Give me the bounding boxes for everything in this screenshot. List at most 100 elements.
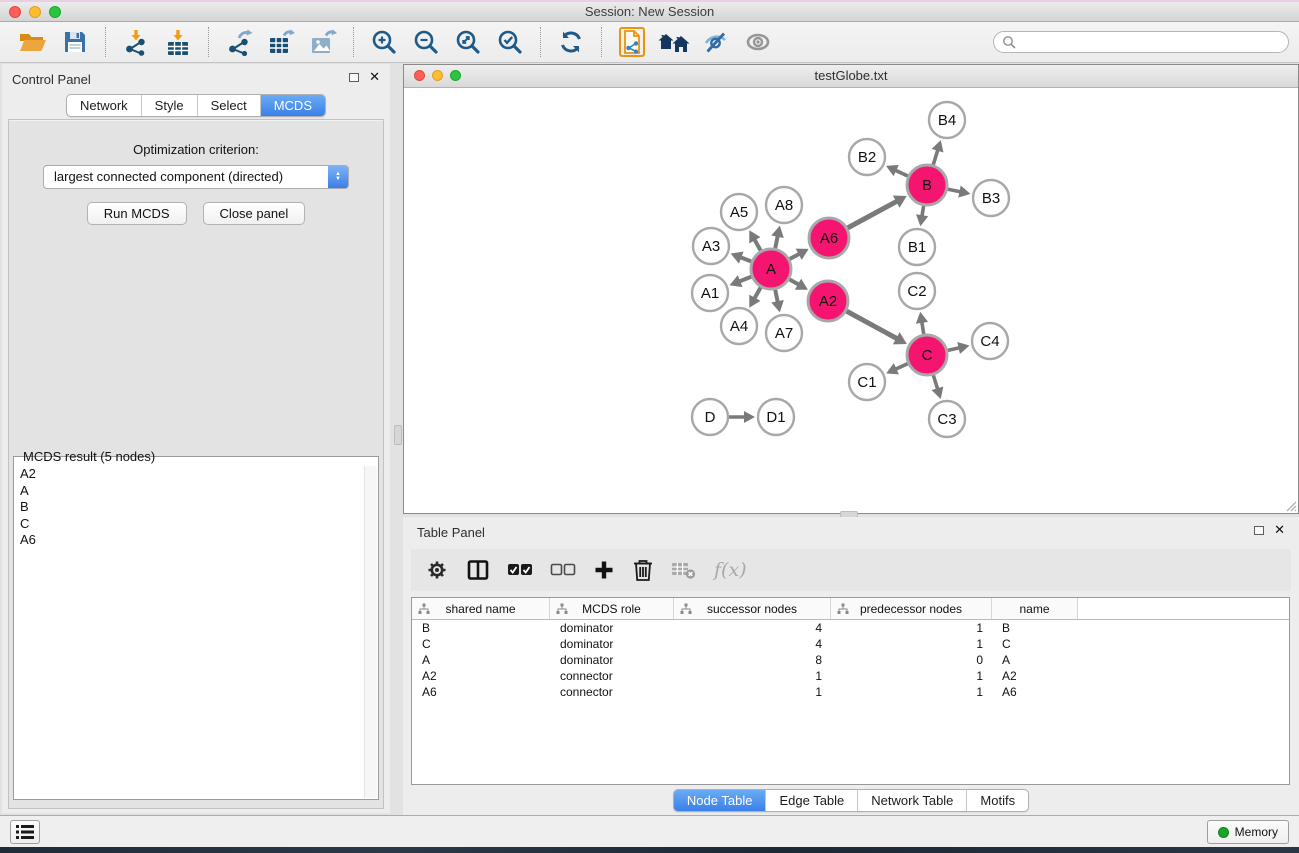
export-network-button[interactable]	[219, 25, 259, 59]
zoom-out-button[interactable]	[406, 25, 446, 59]
export-table-button[interactable]	[261, 25, 301, 59]
node-A5[interactable]: A5	[721, 194, 757, 230]
node-A3[interactable]: A3	[693, 228, 729, 264]
node-C4[interactable]: C4	[972, 323, 1008, 359]
node-C2[interactable]: C2	[899, 273, 935, 309]
table-cell[interactable]: 1	[674, 685, 831, 699]
deselect-all-button[interactable]	[550, 555, 576, 585]
node-A2[interactable]: A2	[808, 281, 848, 321]
result-scrollbar[interactable]	[364, 466, 377, 798]
task-history-button[interactable]	[10, 820, 40, 844]
column-header-shared-name[interactable]: shared name	[412, 598, 550, 619]
table-cell[interactable]: A2	[992, 669, 1078, 683]
minimize-window-button[interactable]	[29, 6, 41, 18]
node-D[interactable]: D	[692, 399, 728, 435]
zoom-fit-button[interactable]	[448, 25, 488, 59]
close-panel-icon[interactable]: ✕	[369, 72, 380, 82]
node-A4[interactable]: A4	[721, 308, 757, 344]
zoom-window-button[interactable]	[49, 6, 61, 18]
table-cell[interactable]: C	[992, 637, 1078, 651]
node-A6[interactable]: A6	[809, 218, 849, 258]
column-header-MCDS-role[interactable]: MCDS role	[550, 598, 674, 619]
table-tab-edge-table[interactable]: Edge Table	[766, 790, 858, 811]
memory-button[interactable]: Memory	[1207, 820, 1289, 844]
search-input[interactable]	[1021, 35, 1280, 49]
show-graphics-details-button[interactable]	[738, 25, 778, 59]
result-item[interactable]: A6	[15, 532, 363, 549]
add-column-button[interactable]	[593, 555, 615, 585]
run-mcds-button[interactable]: Run MCDS	[87, 202, 187, 225]
result-item[interactable]: A	[15, 483, 363, 500]
table-tab-node-table[interactable]: Node Table	[674, 790, 767, 811]
node-table[interactable]: shared nameMCDS rolesuccessor nodesprede…	[411, 597, 1290, 785]
delete-column-button[interactable]	[632, 555, 654, 585]
table-cell[interactable]: 1	[831, 621, 992, 635]
table-cell[interactable]: A2	[412, 669, 550, 683]
table-row[interactable]: A2connector11A2	[412, 668, 1289, 684]
table-tab-motifs[interactable]: Motifs	[967, 790, 1028, 811]
node-A7[interactable]: A7	[766, 315, 802, 351]
table-cell[interactable]: 1	[831, 637, 992, 651]
node-C[interactable]: C	[907, 335, 947, 375]
vertical-splitter-handle[interactable]	[394, 425, 402, 445]
node-B2[interactable]: B2	[849, 139, 885, 175]
table-cell[interactable]: 1	[831, 669, 992, 683]
search-field[interactable]	[993, 31, 1289, 53]
table-cell[interactable]: 1	[674, 669, 831, 683]
home-button[interactable]	[654, 25, 694, 59]
result-item[interactable]: B	[15, 499, 363, 516]
table-cell[interactable]: 4	[674, 637, 831, 651]
float-panel-icon[interactable]	[349, 73, 359, 82]
table-row[interactable]: Cdominator41C	[412, 636, 1289, 652]
table-cell[interactable]: A6	[412, 685, 550, 699]
table-cell[interactable]: dominator	[550, 653, 674, 667]
column-header-name[interactable]: name	[992, 598, 1078, 619]
table-cell[interactable]: connector	[550, 685, 674, 699]
save-session-button[interactable]	[55, 25, 95, 59]
resize-grip-icon[interactable]	[1283, 498, 1297, 512]
network-minimize-button[interactable]	[432, 70, 443, 81]
table-cell[interactable]: connector	[550, 669, 674, 683]
tab-mcds[interactable]: MCDS	[261, 95, 325, 116]
close-table-panel-icon[interactable]: ✕	[1274, 525, 1285, 535]
node-B[interactable]: B	[907, 165, 947, 205]
table-cell[interactable]: dominator	[550, 621, 674, 635]
zoom-in-button[interactable]	[364, 25, 404, 59]
network-close-button[interactable]	[414, 70, 425, 81]
node-D1[interactable]: D1	[758, 399, 794, 435]
function-builder-button[interactable]: f(x)	[714, 555, 747, 585]
node-A1[interactable]: A1	[692, 275, 728, 311]
open-session-button[interactable]	[13, 25, 53, 59]
node-B3[interactable]: B3	[973, 180, 1009, 216]
hide-graphics-details-button[interactable]	[696, 25, 736, 59]
table-cell[interactable]: 4	[674, 621, 831, 635]
select-all-button[interactable]	[507, 555, 533, 585]
close-window-button[interactable]	[9, 6, 21, 18]
node-A[interactable]: A	[751, 249, 791, 289]
tab-style[interactable]: Style	[142, 95, 198, 116]
column-header-successor-nodes[interactable]: successor nodes	[674, 598, 831, 619]
node-B1[interactable]: B1	[899, 229, 935, 265]
table-cell[interactable]: A	[992, 653, 1078, 667]
delete-table-button[interactable]	[671, 555, 697, 585]
table-row[interactable]: A6connector11A6	[412, 684, 1289, 700]
float-table-panel-icon[interactable]	[1254, 526, 1264, 535]
node-C1[interactable]: C1	[849, 364, 885, 400]
show-column-button[interactable]	[466, 555, 490, 585]
table-cell[interactable]: A	[412, 653, 550, 667]
table-cell[interactable]: A6	[992, 685, 1078, 699]
table-cell[interactable]: dominator	[550, 637, 674, 651]
node-A8[interactable]: A8	[766, 187, 802, 223]
table-tab-network-table[interactable]: Network Table	[858, 790, 967, 811]
table-cell[interactable]: 8	[674, 653, 831, 667]
tab-select[interactable]: Select	[198, 95, 261, 116]
result-item[interactable]: A2	[15, 466, 363, 483]
zoom-selected-button[interactable]	[490, 25, 530, 59]
refresh-view-button[interactable]	[551, 25, 591, 59]
import-network-button[interactable]	[116, 25, 156, 59]
table-cell[interactable]: B	[412, 621, 550, 635]
table-row[interactable]: Bdominator41B	[412, 620, 1289, 636]
open-in-ndex-button[interactable]	[612, 25, 652, 59]
tab-network[interactable]: Network	[67, 95, 142, 116]
column-settings-button[interactable]	[425, 555, 449, 585]
